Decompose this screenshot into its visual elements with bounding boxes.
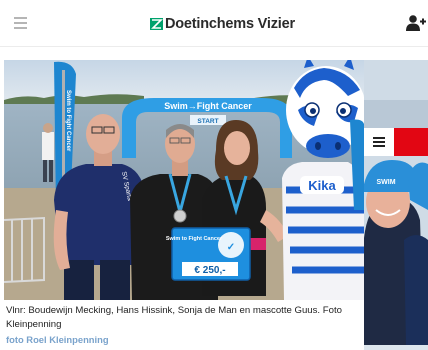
red-tab-marker — [394, 128, 428, 156]
next-slide-photo[interactable]: SWIM — [364, 60, 428, 345]
flag-text: Swim to Fight Cancer — [65, 90, 71, 152]
arch-title: Swim→Fight Cancer — [164, 101, 252, 111]
header-divider — [0, 46, 428, 47]
mascot: Kika — [282, 60, 364, 300]
donation-cheque: ✓ Swim to Fight Cancer € 250,- — [166, 227, 251, 281]
logo-mark-icon — [150, 18, 163, 30]
photo-credit: foto Roel Kleinpenning — [6, 334, 109, 345]
carousel-slide[interactable]: Swim to Fight Cancer Swim→Fight Cancer S… — [4, 60, 364, 350]
photo-carousel[interactable]: Swim to Fight Cancer Swim→Fight Cancer S… — [0, 60, 428, 350]
badge-text: SWIM — [376, 179, 395, 186]
next-carousel-slide[interactable]: SWIM — [364, 60, 428, 350]
site-title: Doetinchems Vizier — [165, 16, 295, 32]
mascot-shirt-text: Kika — [308, 178, 336, 193]
site-logo[interactable]: Doetinchems Vizier — [150, 14, 295, 34]
cheque-amount: € 250,- — [194, 265, 225, 276]
cheque-title: Swim to Fight Cancer — [166, 236, 223, 242]
arch-subtitle: START — [197, 118, 218, 125]
top-bar: Doetinchems Vizier — [0, 0, 428, 46]
photo-caption: Vlnr: Boudewijn Mecking, Hans Hissink, S… — [6, 305, 342, 330]
svg-text:✓: ✓ — [227, 242, 235, 253]
hamburger-menu-icon[interactable] — [10, 14, 32, 32]
add-user-icon[interactable] — [404, 14, 426, 32]
hamburger-menu-icon[interactable] — [364, 128, 394, 156]
article-photo[interactable]: Swim to Fight Cancer Swim→Fight Cancer S… — [4, 60, 364, 300]
